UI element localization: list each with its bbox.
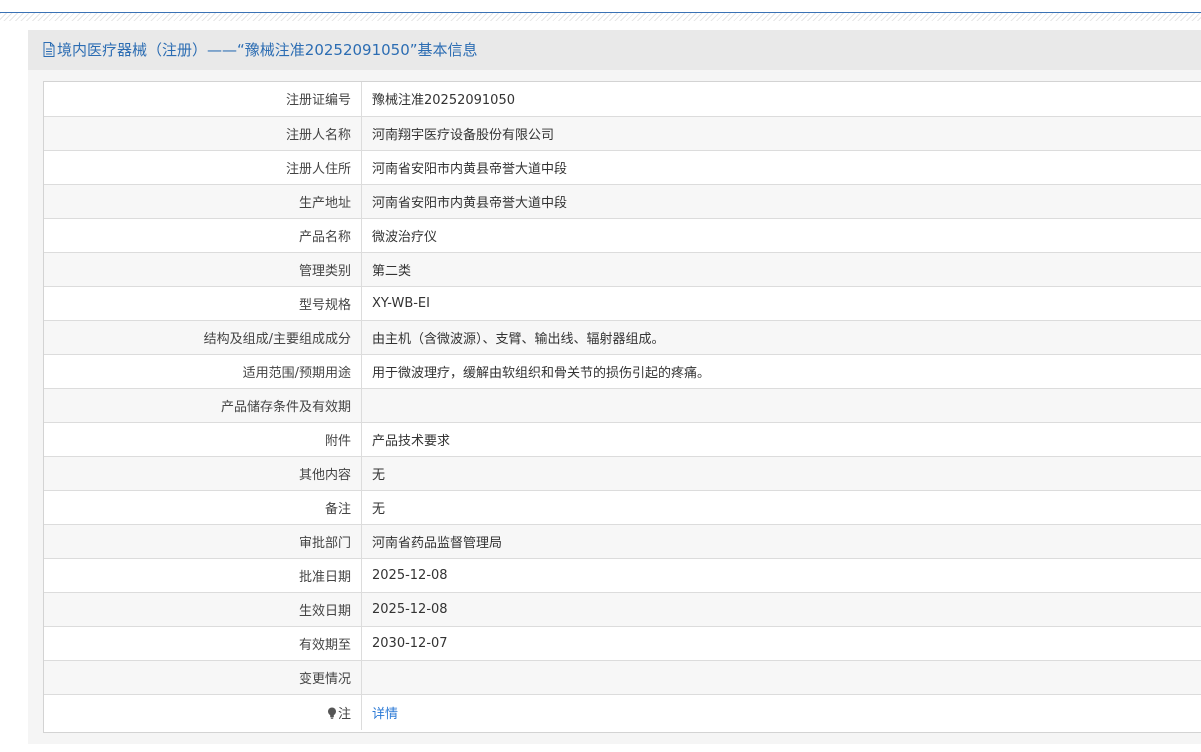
document-icon <box>43 42 55 57</box>
lightbulb-icon <box>327 707 336 719</box>
row-value: 2025-12-08 <box>361 558 1201 593</box>
table-row: 适用范围/预期用途 用于微波理疗，缓解由软组织和骨关节的损伤引起的疼痛。 <box>44 354 1201 389</box>
row-label: 备注 <box>44 490 362 525</box>
row-label: 适用范围/预期用途 <box>44 354 362 389</box>
table-row: 生产地址 河南省安阳市内黄县帝誉大道中段 <box>44 184 1201 219</box>
note-value-cell: 详情 <box>362 694 1201 730</box>
row-label: 批准日期 <box>44 558 362 593</box>
row-value: 河南省安阳市内黄县帝誉大道中段 <box>361 184 1201 219</box>
row-value: 无 <box>361 456 1201 491</box>
row-value: XY-WB-EI <box>361 286 1201 321</box>
row-value <box>361 388 1201 423</box>
table-row: 注册证编号 豫械注准20252091050 <box>44 82 1201 117</box>
row-value: 河南翔宇医疗设备股份有限公司 <box>361 116 1201 151</box>
table-row: 结构及组成/主要组成成分 由主机（含微波源）、支臂、输出线、辐射器组成。 <box>44 320 1201 355</box>
row-label: 有效期至 <box>44 626 362 661</box>
table-row: 管理类别 第二类 <box>44 252 1201 287</box>
row-label: 产品储存条件及有效期 <box>44 388 362 423</box>
table-row: 备注无 <box>44 490 1201 525</box>
row-label: 附件 <box>44 422 362 457</box>
row-value: 无 <box>361 490 1201 525</box>
row-label: 其他内容 <box>44 456 362 491</box>
row-value <box>361 660 1201 695</box>
row-label: 管理类别 <box>44 252 362 287</box>
info-table-body: 注册证编号 豫械注准20252091050 注册人名称 河南翔宇医疗设备股份有限公司注… <box>44 82 1201 730</box>
table-row: 附件 产品技术要求 <box>44 422 1201 457</box>
row-value: 河南省安阳市内黄县帝誉大道中段 <box>361 150 1201 185</box>
row-value: 河南省药品监督管理局 <box>361 524 1201 559</box>
row-label: 注册人名称 <box>44 116 362 151</box>
table-row: 审批部门 河南省药品监督管理局 <box>44 524 1201 559</box>
page-title: 境内医疗器械（注册）——“豫械注准20252091050”基本信息 <box>43 39 478 60</box>
page-title-text: 境内医疗器械（注册）——“豫械注准20252091050”基本信息 <box>57 41 478 59</box>
row-label: 产品名称 <box>44 218 362 253</box>
table-row: 有效期至 2030-12-07 <box>44 626 1201 661</box>
table-row: 注册人名称 河南翔宇医疗设备股份有限公司 <box>44 116 1201 151</box>
row-label: 注册证编号 <box>44 82 362 117</box>
info-panel: 境内医疗器械（注册）——“豫械注准20252091050”基本信息 注册证编号豫… <box>28 30 1201 744</box>
top-divider <box>0 12 1201 21</box>
row-label: 变更情况 <box>44 660 362 695</box>
table-row: 产品储存条件及有效期 <box>44 388 1201 423</box>
table-row: 变更情况 <box>44 660 1201 695</box>
panel-header: 境内医疗器械（注册）——“豫械注准20252091050”基本信息 <box>28 30 1201 70</box>
row-value: 微波治疗仪 <box>361 218 1201 253</box>
row-label: 生产地址 <box>44 184 362 219</box>
table-row: 型号规格 XY-WB-EI <box>44 286 1201 321</box>
row-value: 由主机（含微波源）、支臂、输出线、辐射器组成。 <box>361 320 1201 355</box>
row-value: 产品技术要求 <box>361 422 1201 457</box>
table-row: 批准日期 2025-12-08 <box>44 558 1201 593</box>
row-value: 豫械注准20252091050 <box>361 82 1201 117</box>
table-row: 其他内容无 <box>44 456 1201 491</box>
note-label-cell: 注 <box>44 694 362 730</box>
table-row: 产品名称 微波治疗仪 <box>44 218 1201 253</box>
note-row: 注 详情 <box>44 694 1201 730</box>
row-label: 注册人住所 <box>44 150 362 185</box>
info-table: 注册证编号 豫械注准20252091050 注册人名称 河南翔宇医疗设备股份有限公司注… <box>43 81 1201 733</box>
row-label: 生效日期 <box>44 592 362 627</box>
row-label: 结构及组成/主要组成成分 <box>44 320 362 355</box>
note-label: 注 <box>337 706 351 722</box>
row-label: 型号规格 <box>44 286 362 321</box>
row-label: 审批部门 <box>44 524 362 559</box>
table-row: 注册人住所 河南省安阳市内黄县帝誉大道中段 <box>44 150 1201 185</box>
table-row: 生效日期 2025-12-08 <box>44 592 1201 627</box>
row-value: 2030-12-07 <box>361 626 1201 661</box>
row-value: 用于微波理疗，缓解由软组织和骨关节的损伤引起的疼痛。 <box>361 354 1201 389</box>
row-value: 第二类 <box>361 252 1201 287</box>
row-value: 2025-12-08 <box>361 592 1201 627</box>
details-link[interactable]: 详情 <box>372 707 398 722</box>
